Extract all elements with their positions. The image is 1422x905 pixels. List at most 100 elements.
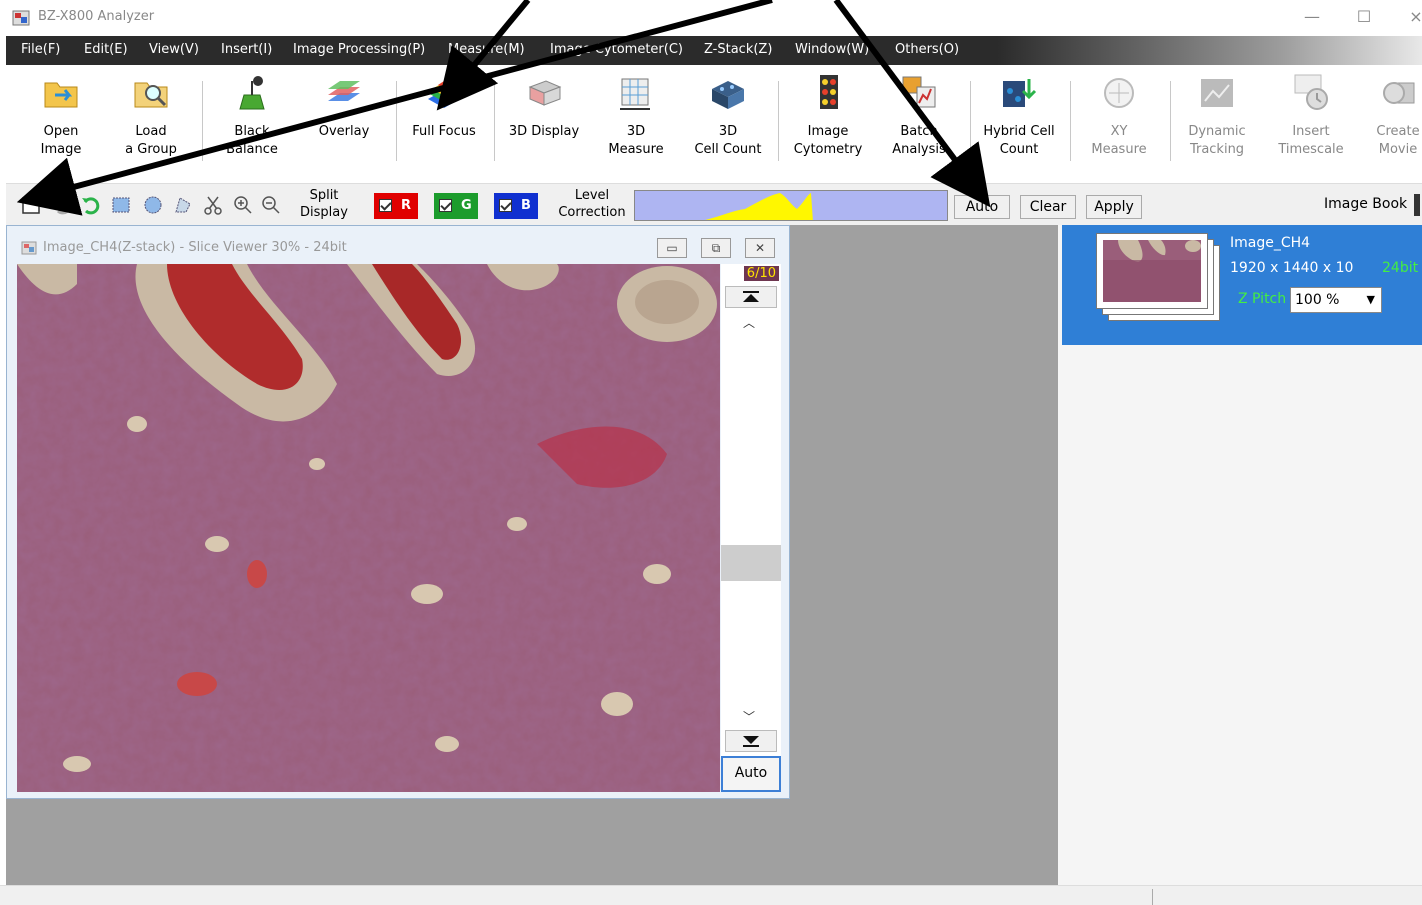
3d-display-button[interactable]: 3D Display: [502, 73, 586, 141]
viewer-title: Image_CH4(Z-stack) - Slice Viewer 30% - …: [43, 240, 347, 255]
last-slice-button[interactable]: [725, 730, 777, 752]
menu-image-processing[interactable]: Image Processing(P): [293, 42, 425, 57]
status-separator: [1152, 889, 1153, 905]
checkbox-icon: [379, 199, 392, 212]
title-bar: BZ-X800 Analyzer — ☐ ×: [0, 0, 1422, 36]
menu-file[interactable]: File(F): [21, 42, 60, 57]
histology-image: [17, 264, 720, 792]
3d-measure-button[interactable]: 3D Measure: [600, 73, 672, 159]
open-folder-icon: [44, 82, 78, 108]
zoom-out-icon[interactable]: [260, 194, 282, 216]
level-histogram[interactable]: [634, 190, 948, 221]
menu-z-stack[interactable]: Z-Stack(Z): [704, 42, 772, 57]
z-pitch-select[interactable]: 100 % ▼: [1290, 287, 1382, 313]
menu-insert[interactable]: Insert(I): [221, 42, 272, 57]
ribbon-separator: [778, 81, 779, 161]
dynamic-tracking-button[interactable]: Dynamic Tracking: [1178, 73, 1256, 159]
overlay-button[interactable]: Overlay: [308, 73, 380, 141]
create-movie-button[interactable]: Create Movie: [1368, 73, 1422, 159]
3d-measure-icon: [620, 78, 650, 110]
split-display-button[interactable]: Split Display: [296, 187, 352, 221]
menu-image-cytometer[interactable]: Image Cytometer(C): [550, 42, 683, 57]
cut-icon[interactable]: [202, 194, 224, 216]
menu-others[interactable]: Others(O): [895, 42, 959, 57]
histogram-plot: [704, 193, 813, 220]
zoom-in-icon[interactable]: [232, 194, 254, 216]
xy-measure-button[interactable]: XY Measure: [1080, 73, 1158, 159]
3d-cell-count-icon: [712, 81, 744, 109]
image-book-label: Image Book: [1324, 196, 1408, 212]
ribbon-separator: [396, 81, 397, 161]
skip-to-bottom-icon: [743, 736, 759, 747]
ribbon-separator: [970, 81, 971, 161]
apply-button[interactable]: Apply: [1086, 195, 1142, 219]
menu-edit[interactable]: Edit(E): [84, 42, 128, 57]
image-book-toggle[interactable]: [1414, 194, 1420, 216]
chevron-up-icon[interactable]: ︿: [743, 314, 755, 331]
viewer-app-icon: [21, 241, 37, 255]
3d-cell-count-button[interactable]: 3D Cell Count: [690, 73, 766, 159]
slice-viewer-window: Image_CH4(Z-stack) - Slice Viewer 30% - …: [6, 225, 790, 799]
create-movie-icon: [1383, 82, 1415, 104]
channel-g-toggle[interactable]: G: [434, 193, 478, 219]
ellipse-select-icon[interactable]: [142, 194, 164, 216]
slice-indicator: 6/10: [743, 266, 779, 281]
slice-slider[interactable]: 6/10 ︿ ﹀: [721, 264, 781, 792]
workspace: Image_CH4(Z-stack) - Slice Viewer 30% - …: [6, 225, 1058, 885]
ribbon-toolbar: Open Image Load a Group Black Balance Ov…: [6, 65, 1422, 183]
batch-analysis-button[interactable]: Batch Analysis: [882, 73, 956, 159]
hybrid-cell-count-icon: [1003, 79, 1037, 107]
load-group-icon: [134, 82, 168, 108]
checkbox-icon: [499, 199, 512, 212]
insert-timescale-icon: [1294, 74, 1328, 110]
window-title: BZ-X800 Analyzer: [38, 9, 155, 24]
redo-icon[interactable]: [80, 194, 102, 216]
menu-window[interactable]: Window(W): [795, 42, 869, 57]
save-icon[interactable]: [20, 194, 42, 216]
chevron-down-icon: ▼: [1366, 293, 1375, 306]
ribbon-separator: [1170, 81, 1171, 161]
black-balance-button[interactable]: Black Balance: [216, 73, 288, 159]
hybrid-cell-count-button[interactable]: Hybrid Cell Count: [976, 73, 1062, 159]
image-book-item[interactable]: Image_CH4 1920 x 1440 x 10 24bit Z Pitch…: [1062, 225, 1422, 345]
slider-thumb[interactable]: [721, 544, 781, 581]
channel-b-toggle[interactable]: B: [494, 193, 538, 219]
rectangle-select-icon[interactable]: [110, 194, 132, 216]
menu-measure[interactable]: Measure(M): [448, 42, 525, 57]
viewer-close-button[interactable]: ✕: [745, 238, 775, 258]
checkbox-icon: [439, 199, 452, 212]
minimize-button[interactable]: —: [1292, 4, 1332, 32]
tissue-image[interactable]: [17, 264, 720, 792]
image-cytometry-button[interactable]: Image Cytometry: [790, 73, 866, 159]
ribbon-separator: [1070, 81, 1071, 161]
xy-measure-icon: [1104, 78, 1134, 108]
auto-play-button[interactable]: Auto: [721, 756, 781, 792]
menu-view[interactable]: View(V): [149, 42, 199, 57]
close-button[interactable]: ×: [1396, 4, 1422, 32]
full-focus-icon: [428, 81, 460, 108]
insert-timescale-button[interactable]: Insert Timescale: [1272, 73, 1350, 159]
viewer-minimize-button[interactable]: ▭: [657, 238, 687, 258]
overlay-icon: [328, 81, 360, 101]
freehand-select-icon[interactable]: [172, 194, 194, 216]
thumbnail-image: [1103, 240, 1201, 302]
channel-r-toggle[interactable]: R: [374, 193, 418, 219]
menu-bar: File(F) Edit(E) View(V) Insert(I) Image …: [6, 36, 1422, 65]
auto-level-button[interactable]: Auto: [954, 195, 1010, 219]
undo-icon[interactable]: [50, 194, 72, 216]
ribbon-separator: [202, 81, 203, 161]
full-focus-button[interactable]: Full Focus: [404, 73, 484, 141]
level-correction-label: Level Correction: [558, 188, 626, 220]
load-group-button[interactable]: Load a Group: [116, 73, 186, 159]
viewer-restore-button[interactable]: ⧉: [701, 238, 731, 258]
thumbnail: [1096, 233, 1208, 309]
maximize-button[interactable]: ☐: [1344, 4, 1384, 32]
image-book-panel: Image_CH4 1920 x 1440 x 10 24bit Z Pitch…: [1058, 225, 1422, 885]
chevron-down-icon[interactable]: ﹀: [743, 708, 755, 725]
ribbon-separator: [494, 81, 495, 161]
skip-to-top-icon: [743, 291, 759, 302]
black-balance-icon: [239, 76, 265, 110]
clear-button[interactable]: Clear: [1020, 195, 1076, 219]
first-slice-button[interactable]: [725, 286, 777, 308]
open-image-button[interactable]: Open Image: [26, 73, 96, 159]
